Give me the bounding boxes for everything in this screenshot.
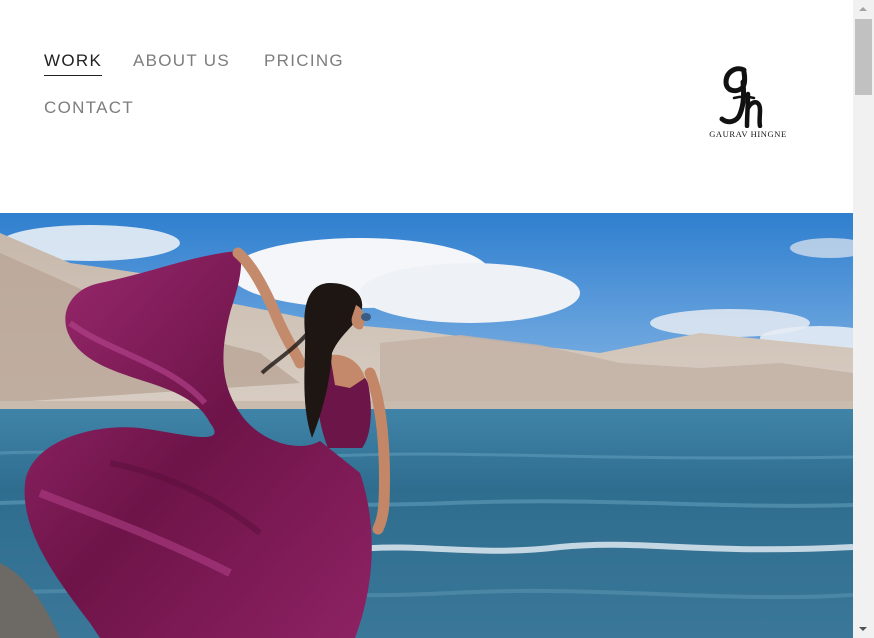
nav-item-pricing[interactable]: PRICING [264,50,344,72]
gh-monogram-icon [719,66,763,128]
site-logo[interactable]: GAURAV HINGNE [700,64,796,144]
nav-item-about-us[interactable]: ABOUT US [133,50,230,72]
vertical-scrollbar[interactable] [853,0,874,638]
hero-image [0,213,853,638]
scrollbar-thumb[interactable] [855,19,872,95]
scroll-down-arrow-icon[interactable] [853,621,874,638]
page: WORK ABOUT US PRICING CONTACT GAURAV HIN… [0,0,874,638]
scroll-up-arrow-icon[interactable] [853,0,874,17]
nav-item-work[interactable]: WORK [44,50,103,76]
nav-item-contact[interactable]: CONTACT [44,97,134,119]
hero-photo [0,213,853,638]
logo-text: GAURAV HINGNE [709,129,787,139]
main-content: WORK ABOUT US PRICING CONTACT GAURAV HIN… [0,0,853,638]
